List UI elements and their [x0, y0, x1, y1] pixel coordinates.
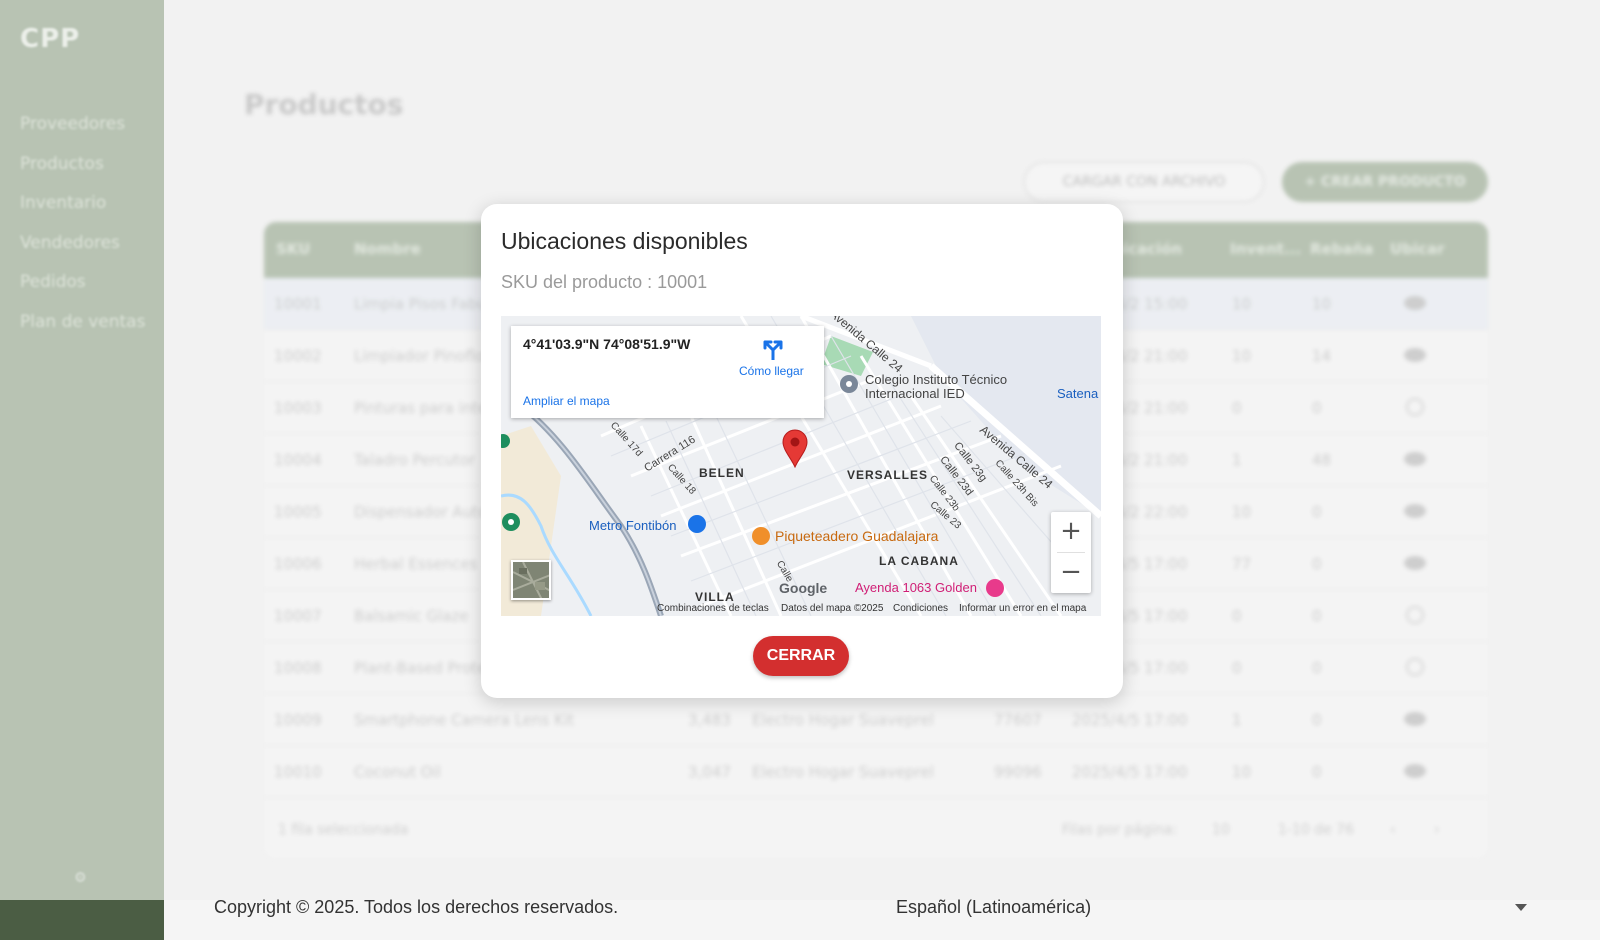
copyright-text: Copyright © 2025. Todos los derechos res… [214, 897, 619, 917]
directions-icon[interactable] [761, 338, 785, 360]
modal-title: Ubicaciones disponibles [501, 228, 748, 254]
map-label-belen: BELEN [699, 466, 745, 480]
map-label-la-cabana: LA CABANA [879, 554, 959, 568]
location-map[interactable]: Colegio Instituto Técnico Internacional … [501, 316, 1101, 616]
report-error-link[interactable]: Informar un error en el mapa [959, 603, 1086, 614]
map-label-colegio-2: Internacional IED [865, 386, 965, 401]
close-button[interactable]: CERRAR [753, 636, 849, 676]
chevron-down-icon[interactable] [1515, 904, 1527, 911]
map-label-piqueteadero: Piqueteadero Guadalajara [775, 528, 939, 544]
zoom-out-button[interactable]: − [1051, 553, 1091, 593]
sidebar-footer [0, 900, 164, 940]
expand-map-link[interactable]: Ampliar el mapa [523, 394, 610, 408]
map-info-card: 4°41'03.9"N 74°08'51.9"W Cómo llegar Amp… [511, 326, 824, 418]
zoom-controls: + − [1051, 512, 1091, 593]
map-label-colegio: Colegio Instituto Técnico [865, 372, 1008, 387]
keyboard-shortcuts-link[interactable]: Combinaciones de teclas [657, 603, 769, 614]
map-data-text: Datos del mapa ©2025 [781, 603, 884, 614]
map-attribution: Combinaciones de teclas Datos del mapa ©… [501, 602, 1101, 616]
satellite-toggle[interactable] [511, 560, 551, 600]
map-coordinates: 4°41'03.9"N 74°08'51.9"W [523, 336, 691, 352]
zoom-in-button[interactable]: + [1051, 512, 1091, 552]
satellite-thumbnail-icon [513, 562, 549, 598]
modal-sku-subtitle: SKU del producto : 10001 [501, 272, 708, 292]
language-select[interactable]: Español (Latinoamérica) [896, 897, 1091, 918]
map-label-ayenda: Ayenda 1063 Golden [855, 580, 977, 595]
google-logo: Google [779, 580, 828, 596]
terms-link[interactable]: Condiciones [893, 603, 948, 614]
map-label-metro: Metro Fontibón [589, 518, 677, 533]
directions-link[interactable]: Cómo llegar [739, 364, 804, 378]
map-label-versalles: VERSALLES [847, 468, 929, 482]
map-label-satena: Satena [1057, 386, 1099, 401]
locations-modal: Ubicaciones disponibles SKU del producto… [481, 204, 1123, 698]
location-pin-icon[interactable] [781, 428, 809, 468]
